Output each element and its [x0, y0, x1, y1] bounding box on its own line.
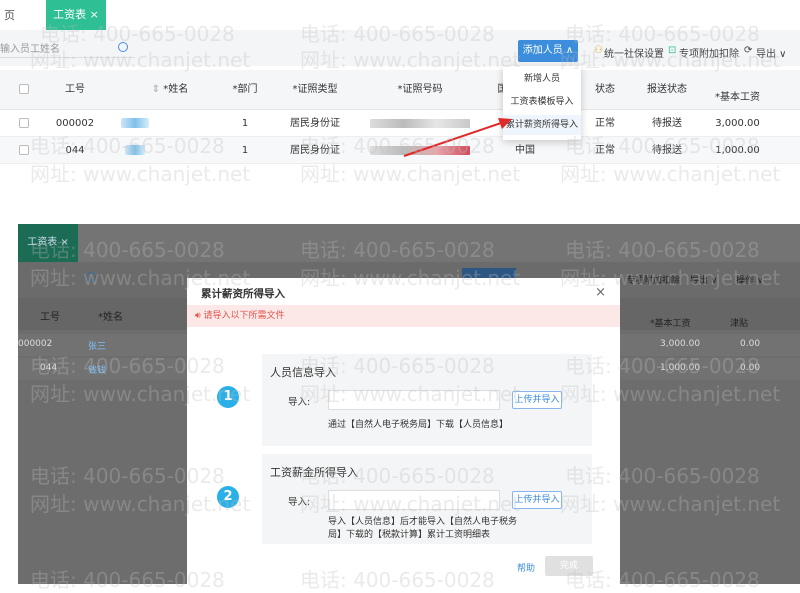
col-header[interactable]: *基本工资: [650, 316, 691, 329]
tab-bar: 页 工资表 ×: [0, 0, 800, 30]
col-header[interactable]: 工号: [40, 308, 60, 323]
bottom-screenshot: 工资表 × 专项附加扣除 导出 ∨ 操作 ∨ 工号 *姓名 *基本工资 津贴 0…: [18, 224, 800, 584]
step-2-card: 工资薪金所得导入 导入: 上传并导入 导入【人员信息】后才能导入【自然人电子税务…: [262, 454, 592, 544]
done-button[interactable]: 完成: [545, 556, 593, 576]
cell-id: 000002: [55, 118, 95, 129]
social-icon: ⚇: [594, 45, 603, 56]
cell-report-status: 待报送: [652, 118, 682, 129]
col-header[interactable]: 报送状态: [642, 70, 692, 110]
col-header[interactable]: *姓名: [98, 308, 123, 323]
cell-name-redacted: [115, 110, 155, 137]
cell-id: 044: [40, 363, 58, 373]
step-2-label: 导入:: [288, 497, 311, 508]
col-header[interactable]: 状态: [585, 70, 625, 110]
row-checkbox[interactable]: [19, 145, 29, 155]
person-info-file-input[interactable]: [328, 390, 500, 410]
step-1-card: 人员信息导入 导入: 上传并导入 通过【自然人电子税务局】下载【人员信息】: [262, 354, 592, 446]
help-link[interactable]: 帮助: [517, 561, 535, 574]
table-header: 工号 ⇕ *姓名 *部门 *证照类型 *证照号码 国 状态 报送状态 *基本工资: [0, 70, 800, 110]
export-link[interactable]: 导出 ∨: [690, 273, 717, 286]
cell-id: 044: [65, 145, 85, 156]
cell-name[interactable]: 钱钱: [88, 363, 106, 376]
cell-name[interactable]: 张三: [88, 339, 106, 352]
col-header[interactable]: 工号: [40, 70, 110, 110]
step-1-badge: 1: [217, 386, 239, 408]
tab-salary-table[interactable]: 工资表 ×: [18, 224, 78, 262]
cumulative-import-dialog: 累计薪资所得导入 × 🔊︎ 请导入以下所需文件 1 人员信息导入 导入: 上传并…: [187, 278, 620, 584]
search-icon[interactable]: [118, 42, 128, 52]
cell-status: 正常: [595, 145, 615, 156]
tab-bar: 工资表 ×: [18, 224, 800, 262]
export-icon: ⟳: [744, 45, 753, 56]
step-2-title: 工资薪金所得导入: [270, 466, 358, 479]
tab-salary-table[interactable]: 工资表 ×: [46, 0, 106, 30]
alert-text: 请导入以下所需文件: [203, 311, 285, 321]
cell-allowance: 0.00: [740, 363, 761, 373]
cell-id: 000002: [18, 339, 53, 349]
alert-banner: 🔊︎ 请导入以下所需文件: [187, 305, 620, 327]
cell-dept: 1: [241, 145, 249, 156]
cell-id-type: 居民身份证: [290, 145, 340, 156]
tab-home[interactable]: 页: [4, 7, 15, 23]
upload-salary-income-button[interactable]: 上传并导入: [512, 491, 562, 509]
search-input[interactable]: 输入员工姓名: [0, 40, 135, 58]
cell-id-type: 居民身份证: [290, 118, 340, 129]
cell-status: 正常: [595, 118, 615, 129]
cell-allowance: 0.00: [740, 339, 761, 349]
step-1-title: 人员信息导入: [270, 366, 336, 379]
menu-item-template-import[interactable]: 工资表模板导入: [503, 92, 581, 112]
operation-link[interactable]: 操作 ∨: [736, 273, 763, 286]
menu-item-add-person[interactable]: 新增人员: [503, 69, 581, 89]
cell-salary: 3,000.00: [660, 339, 701, 349]
cell-salary: 3,000.00: [715, 118, 760, 129]
add-person-button[interactable]: 添加人员 ∧: [518, 40, 578, 62]
cell-name-redacted: [115, 137, 155, 164]
col-header[interactable]: ⇕ *姓名: [135, 70, 205, 110]
cell-salary: 1,000.00: [660, 363, 701, 373]
search-icon[interactable]: [86, 272, 96, 282]
special-deduction-icon: ⊡: [668, 45, 677, 56]
red-arrow-annotation: [403, 118, 512, 157]
select-all-checkbox[interactable]: [19, 84, 29, 94]
col-header[interactable]: *证照类型: [280, 70, 350, 110]
cell-report-status: 待报送: [652, 145, 682, 156]
export-link[interactable]: 导出 ∨: [756, 45, 787, 60]
top-screenshot: 页 工资表 × 输入员工姓名 添加人员 ∧ ⚇ 统一社保设置 ⊡ 专项附加扣除 …: [0, 0, 800, 168]
special-deduction-link[interactable]: 专项附加扣除: [626, 273, 680, 286]
speaker-icon: 🔊︎: [195, 311, 204, 321]
row-checkbox[interactable]: [19, 118, 29, 128]
cell-salary: 1,000.00: [715, 145, 760, 156]
step-2-badge: 2: [217, 486, 239, 508]
cell-dept: 1: [241, 118, 249, 129]
step-1-label: 导入:: [288, 397, 311, 408]
col-header[interactable]: *部门: [210, 70, 280, 110]
col-header[interactable]: *证照号码: [350, 70, 490, 110]
dialog-title: 累计薪资所得导入: [201, 288, 285, 300]
salary-income-file-input[interactable]: [328, 490, 500, 510]
upload-person-info-button[interactable]: 上传并导入: [512, 391, 562, 409]
close-icon[interactable]: ×: [595, 285, 606, 300]
special-deduction-link[interactable]: 专项附加扣除: [679, 45, 739, 60]
col-header[interactable]: 津贴: [730, 316, 748, 329]
step-1-note: 通过【自然人电子税务局】下载【人员信息】: [328, 420, 509, 430]
step-2-note: 导入【人员信息】后才能导入【自然人电子税务局】下载的【税款计算】累计工资明细表: [328, 517, 518, 540]
social-settings-link[interactable]: 统一社保设置: [604, 45, 664, 60]
